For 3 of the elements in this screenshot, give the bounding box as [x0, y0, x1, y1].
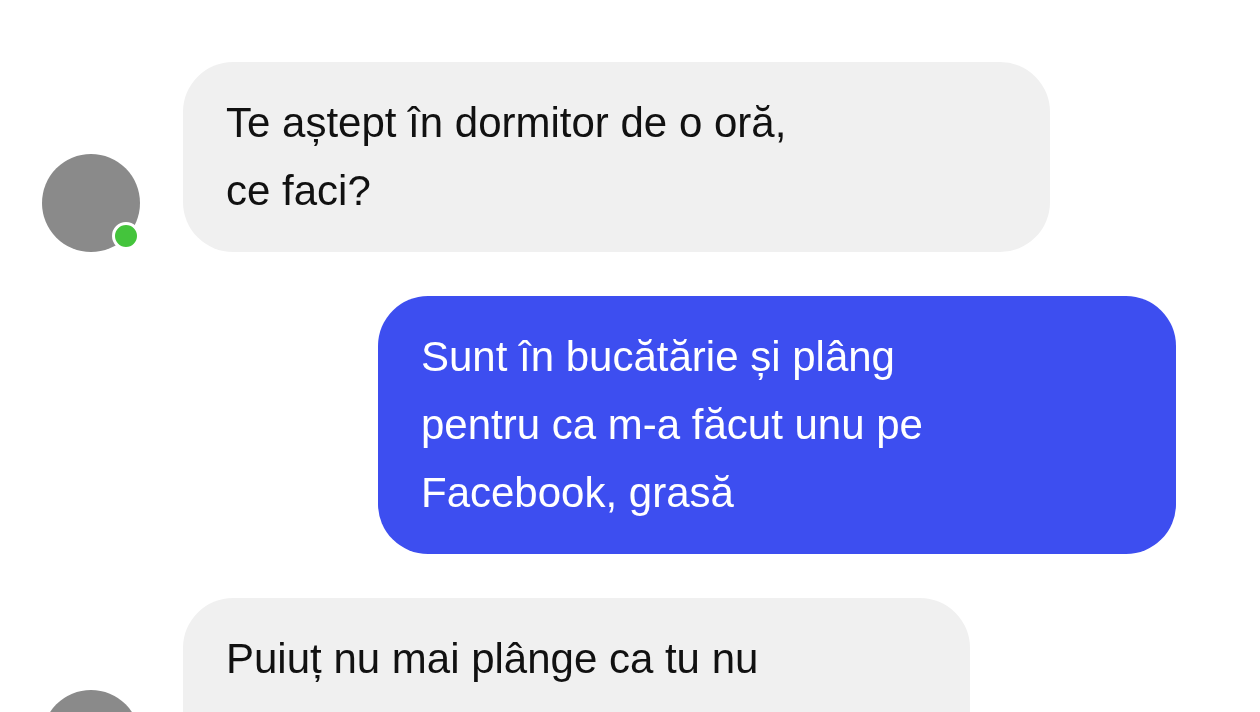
- message-bubble: Puiuț nu mai plânge ca tu nu: [183, 598, 970, 712]
- message-bubble: Sunt în bucătărie și plâng pentru ca m-a făcut unu pe Facebook, grasă: [378, 296, 1176, 554]
- message-bubble: Te aștept în dormitor de o oră, ce faci?: [183, 62, 1050, 252]
